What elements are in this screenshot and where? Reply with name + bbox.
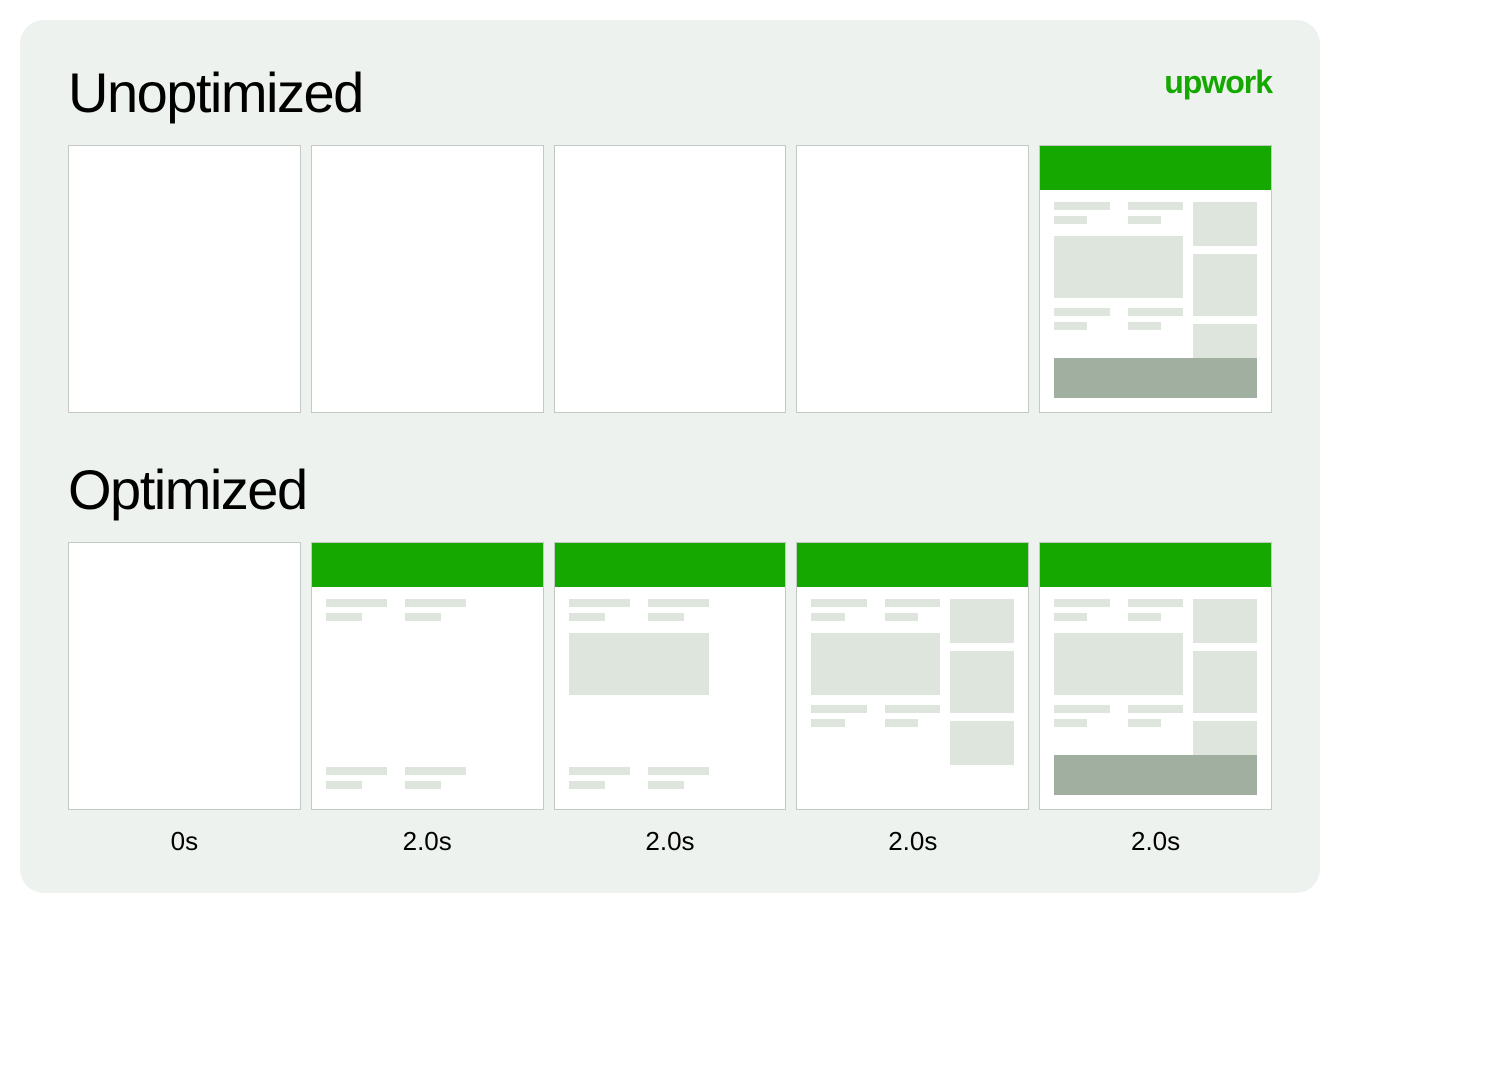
time-label-2: 2.0s bbox=[554, 826, 787, 857]
sidebar-block bbox=[950, 599, 1014, 643]
page-header-bar bbox=[1040, 146, 1271, 190]
optimized-frame-4 bbox=[1039, 542, 1272, 810]
hero-image-placeholder bbox=[569, 633, 709, 695]
page-header-bar bbox=[312, 543, 543, 587]
optimized-frame-2 bbox=[554, 542, 787, 810]
diagram-container: upwork Unoptimized bbox=[20, 20, 1320, 893]
optimized-frame-0 bbox=[68, 542, 301, 810]
page-header-bar bbox=[1040, 543, 1271, 587]
page-body bbox=[1040, 190, 1271, 412]
sidebar-block bbox=[1193, 599, 1257, 643]
unoptimized-frame-0 bbox=[68, 145, 301, 413]
unoptimized-heading: Unoptimized bbox=[68, 60, 1272, 125]
unoptimized-frame-2 bbox=[554, 145, 787, 413]
sidebar-block bbox=[950, 721, 1014, 765]
sidebar-block bbox=[1193, 254, 1257, 316]
optimized-frame-1 bbox=[311, 542, 544, 810]
sidebar-block bbox=[950, 651, 1014, 713]
unoptimized-frame-4 bbox=[1039, 145, 1272, 413]
time-label-1: 2.0s bbox=[311, 826, 544, 857]
frame-content-partial-1 bbox=[312, 543, 543, 809]
optimized-heading: Optimized bbox=[68, 457, 1272, 522]
time-label-3: 2.0s bbox=[796, 826, 1029, 857]
optimized-row bbox=[68, 542, 1272, 810]
frame-content-partial-2 bbox=[555, 543, 786, 809]
sidebar-block bbox=[1193, 651, 1257, 713]
hero-image-placeholder bbox=[1054, 236, 1183, 298]
unoptimized-row bbox=[68, 145, 1272, 413]
timeline-row: 0s 2.0s 2.0s 2.0s 2.0s bbox=[68, 826, 1272, 857]
frame-content-partial-3 bbox=[797, 543, 1028, 809]
page-header-bar bbox=[555, 543, 786, 587]
frame-content-full bbox=[1040, 543, 1271, 809]
page-footer-placeholder bbox=[1054, 358, 1257, 398]
time-label-0: 0s bbox=[68, 826, 301, 857]
page-header-bar bbox=[797, 543, 1028, 587]
optimized-frame-3 bbox=[796, 542, 1029, 810]
frame-content-full bbox=[1040, 146, 1271, 412]
time-label-4: 2.0s bbox=[1039, 826, 1272, 857]
sidebar-block bbox=[1193, 202, 1257, 246]
unoptimized-frame-3 bbox=[796, 145, 1029, 413]
hero-image-placeholder bbox=[811, 633, 940, 695]
hero-image-placeholder bbox=[1054, 633, 1183, 695]
upwork-logo: upwork bbox=[1164, 64, 1272, 101]
page-footer-placeholder bbox=[1054, 755, 1257, 795]
unoptimized-frame-1 bbox=[311, 145, 544, 413]
